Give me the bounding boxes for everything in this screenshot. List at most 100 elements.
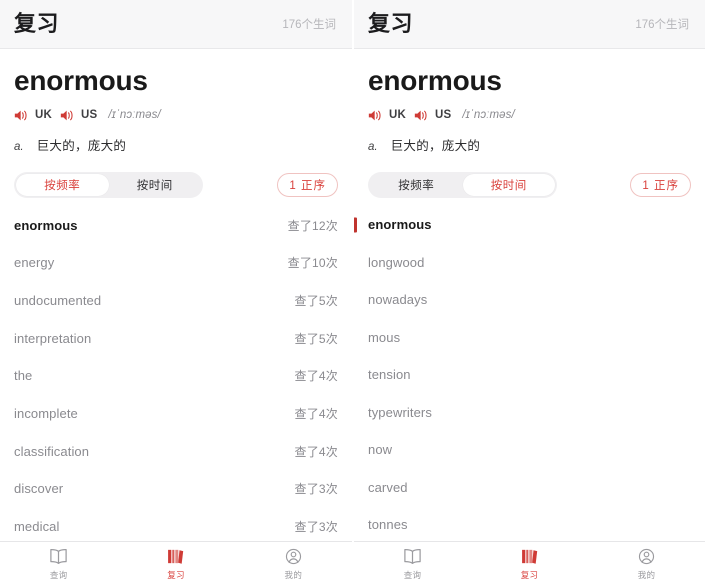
tab-label: 查询 [49,569,68,580]
app-screen-right: 复习 176个生词 enormous UK US/ɪˈnɔːməs/a. 巨大的，庞大的按… [352,0,705,585]
headword: enormous [368,65,502,96]
word-list-item[interactable]: longwood [354,244,705,282]
tab-label: 复习 [167,569,185,580]
page-title: 复习 [368,11,414,36]
us-speaker-icon[interactable] [60,109,75,122]
tab-profile[interactable]: 我的 [235,542,352,585]
ipa-transcription: /ɪˈnɔːməs/ [462,109,515,122]
pronunciation-row: UK US/ɪˈnɔːməs/ [14,106,338,124]
word-list-item[interactable]: carved [354,469,705,507]
word-label: nowadays [368,292,428,308]
definition-row: a. 巨大的，庞大的 [368,135,691,156]
tab-profile[interactable]: 我的 [588,542,705,585]
word-label: now [368,442,393,458]
word-list[interactable]: enormous 查了12次 energy 查了10次 undocumented 查了5次… [0,206,352,541]
bottom-tab-bar: 查询 复习 我的 [0,541,352,585]
word-list-item[interactable]: tension [354,356,705,394]
person-circle-icon [636,547,657,566]
tab-review[interactable]: 复习 [117,542,234,585]
sort-tab-by-time[interactable]: 按时间 [462,174,555,197]
screenshot-root: 复习 176个生词 enormous UK US/ɪˈnɔːməs/a. 巨大的，庞大的按… [0,0,705,585]
word-label: mous [368,329,401,345]
tab-label: 复习 [520,569,539,580]
word-label: undocumented [14,292,102,308]
tab-lookup[interactable]: 查询 [0,542,117,585]
word-card: enormous UK US/ɪˈnɔːməs/a. 巨大的，庞大的 [354,49,705,157]
tab-label: 我的 [637,569,656,580]
word-label: enormous [14,217,78,233]
uk-speaker-icon[interactable] [368,109,383,122]
word-label: the [14,368,33,384]
word-label: tension [368,367,411,383]
word-list[interactable]: enormous longwood nowadays mous tension typew… [354,206,705,541]
us-label: US [435,109,452,122]
word-label: classification [14,443,90,459]
list-controls: 按频率 按时间 1 正序 [354,172,705,199]
word-label: carved [368,479,408,495]
word-label: longwood [368,254,425,270]
word-label: discover [14,481,64,497]
pronunciation-row: UK US/ɪˈnɔːməs/ [368,106,691,124]
word-list-item[interactable]: now [354,431,705,469]
definition-row: a. 巨大的，庞大的 [14,135,338,156]
word-list-item[interactable]: tonnes [354,506,705,541]
lookup-count: 查了10次 [287,256,338,271]
word-label: incomplete [14,405,78,421]
sort-order-pill[interactable]: 1 正序 [277,173,338,198]
uk-label: UK [35,109,53,122]
sort-tab-by-frequency[interactable]: 按频率 [370,174,463,196]
list-controls: 按频率 按时间 1 正序 [0,172,352,199]
definition-text: 巨大的，庞大的 [390,139,481,154]
sort-segmented-control[interactable]: 按频率 按时间 [368,172,557,199]
word-label: interpretation [14,330,92,346]
app-header: 复习 176个生词 [354,0,705,49]
word-label: enormous [368,217,432,233]
word-list-item[interactable]: discover 查了3次 [0,470,352,508]
lookup-count: 查了3次 [294,520,338,535]
word-label: medical [14,519,60,535]
word-label: tonnes [368,517,408,533]
word-list-item[interactable]: interpretation 查了5次 [0,319,352,357]
vocabulary-count: 176个生词 [635,19,689,31]
word-list-item[interactable]: classification 查了4次 [0,432,352,470]
current-word-marker [354,217,357,233]
definition-text: 巨大的，庞大的 [36,139,127,154]
books-shelf-icon [519,547,540,566]
bottom-tab-bar: 查询 复习 我的 [354,541,705,585]
us-speaker-icon[interactable] [414,109,429,122]
sort-order-pill[interactable]: 1 正序 [630,173,691,198]
lookup-count: 查了4次 [294,406,338,421]
tab-label: 查询 [403,569,422,580]
ipa-transcription: /ɪˈnɔːməs/ [108,109,161,122]
lookup-count: 查了12次 [287,218,338,233]
word-list-item[interactable]: mous [354,319,705,357]
tab-lookup[interactable]: 查询 [354,542,471,585]
word-list-item[interactable]: enormous 查了12次 [0,206,352,244]
app-header: 复习 176个生词 [0,0,352,49]
book-open-icon [402,547,423,566]
app-screen-left: 复习 176个生词 enormous UK US/ɪˈnɔːməs/a. 巨大的，庞大的按… [0,0,352,585]
uk-label: UK [389,109,407,122]
tab-review[interactable]: 复习 [471,542,588,585]
tab-label: 我的 [284,569,303,580]
headword: enormous [14,65,148,96]
word-list-item[interactable]: enormous [354,206,705,244]
books-shelf-icon [165,547,186,566]
word-label: energy [14,255,55,271]
lookup-count: 查了4次 [294,369,338,384]
sort-tab-by-frequency[interactable]: 按频率 [16,174,109,197]
sort-segmented-control[interactable]: 按频率 按时间 [14,172,203,199]
word-list-item[interactable]: nowadays [354,281,705,319]
lookup-count: 查了4次 [294,444,338,459]
word-list-item[interactable]: undocumented 查了5次 [0,282,352,320]
word-list-item[interactable]: energy 查了10次 [0,244,352,282]
word-list-item[interactable]: typewriters [354,394,705,432]
lookup-count: 查了5次 [294,293,338,308]
part-of-speech: a. [368,141,378,154]
sort-tab-by-time[interactable]: 按时间 [109,174,202,196]
word-list-item[interactable]: the 查了4次 [0,357,352,395]
word-list-item[interactable]: incomplete 查了4次 [0,395,352,433]
word-label: typewriters [368,404,432,420]
word-list-item[interactable]: medical 查了3次 [0,508,352,541]
uk-speaker-icon[interactable] [14,109,29,122]
